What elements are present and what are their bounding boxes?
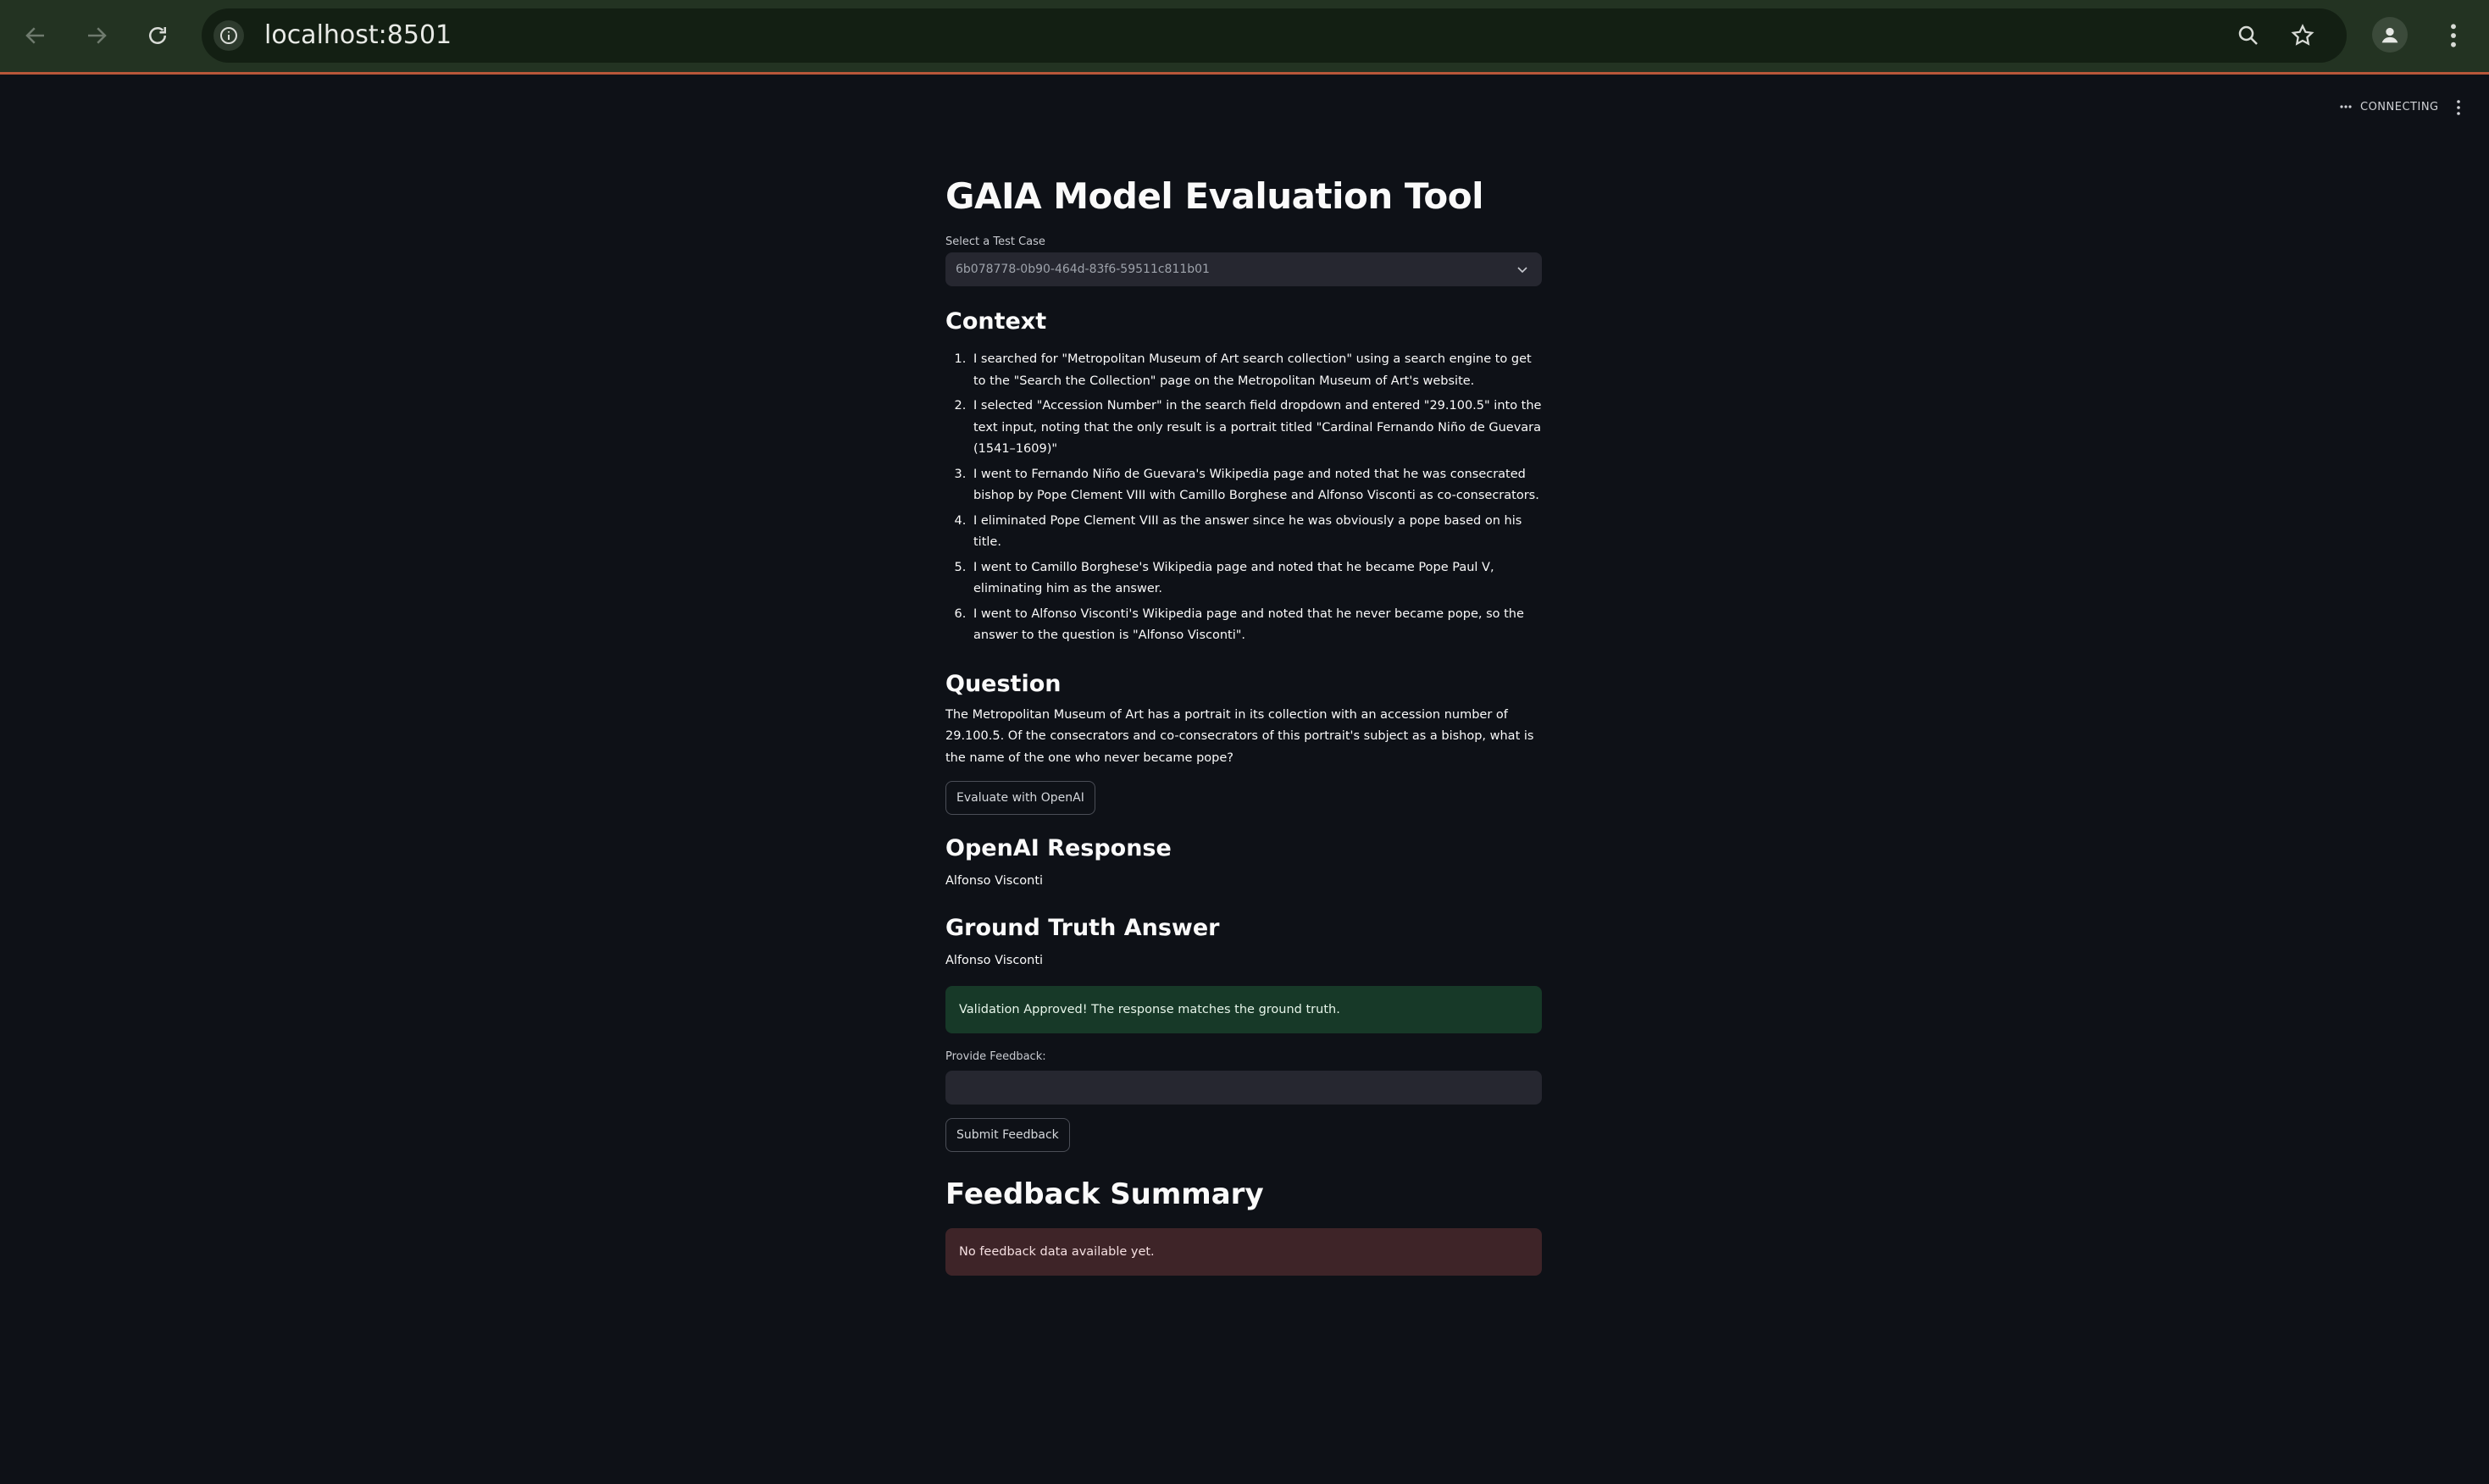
context-step: I went to Fernando Niño de Guevara's Wik… xyxy=(970,464,1542,507)
reload-button[interactable] xyxy=(137,15,178,56)
success-alert: Validation Approved! The response matche… xyxy=(945,986,1542,1033)
site-info-icon[interactable] xyxy=(213,20,244,51)
no-feedback-alert: No feedback data available yet. xyxy=(945,1228,1542,1276)
context-step: I searched for "Metropolitan Museum of A… xyxy=(970,349,1542,392)
bookmark-star-icon[interactable] xyxy=(2287,20,2318,51)
zoom-icon[interactable] xyxy=(2233,20,2264,51)
browser-menu-icon[interactable] xyxy=(2436,19,2470,53)
success-message: Validation Approved! The response matche… xyxy=(959,1003,1340,1016)
connection-status: CONNECTING xyxy=(2340,97,2439,117)
feedback-label: Provide Feedback: xyxy=(945,1050,1046,1063)
feedback-summary-heading: Feedback Summary xyxy=(945,1177,1264,1211)
address-bar[interactable]: localhost:8501 xyxy=(202,8,2347,63)
no-feedback-message: No feedback data available yet. xyxy=(959,1245,1155,1259)
reload-icon xyxy=(149,27,166,44)
app-menu-icon[interactable] xyxy=(2448,97,2469,119)
submit-feedback-button[interactable]: Submit Feedback xyxy=(945,1118,1070,1152)
forward-button[interactable] xyxy=(76,15,117,56)
question-text: The Metropolitan Museum of Art has a por… xyxy=(945,707,1534,765)
back-button[interactable] xyxy=(15,15,56,56)
profile-avatar-icon[interactable] xyxy=(2372,17,2408,53)
browser-toolbar: localhost:8501 xyxy=(0,0,2489,75)
page-title: GAIA Model Evaluation Tool xyxy=(945,175,1484,217)
chevron-down-icon xyxy=(1517,267,1527,274)
context-list: I searched for "Metropolitan Museum of A… xyxy=(945,349,1542,647)
select-label: Select a Test Case xyxy=(945,235,1045,248)
context-step: I selected "Accession Number" in the sea… xyxy=(970,396,1542,461)
context-heading: Context xyxy=(945,308,1047,335)
context-step: I went to Camillo Borghese's Wikipedia p… xyxy=(970,557,1542,601)
test-case-select[interactable]: 6b078778-0b90-464d-83f6-59511c811b01 xyxy=(945,252,1542,286)
question-heading: Question xyxy=(945,670,1062,697)
ground-truth-heading: Ground Truth Answer xyxy=(945,914,1220,941)
context-step: I went to Alfonso Visconti's Wikipedia p… xyxy=(970,604,1542,647)
arrow-right-icon xyxy=(88,27,107,44)
feedback-input[interactable] xyxy=(945,1071,1542,1105)
select-value: 6b078778-0b90-464d-83f6-59511c811b01 xyxy=(956,263,1210,276)
status-text: CONNECTING xyxy=(2360,100,2439,114)
url-text[interactable]: localhost:8501 xyxy=(264,19,452,53)
ground-truth-text: Alfonso Visconti xyxy=(945,953,1044,967)
ellipsis-icon xyxy=(2340,105,2352,108)
context-step: I eliminated Pope Clement VIII as the an… xyxy=(970,511,1542,554)
main-content: GAIA Model Evaluation Tool Select a Test… xyxy=(945,161,1542,1276)
response-text: Alfonso Visconti xyxy=(945,874,1044,888)
response-heading: OpenAI Response xyxy=(945,835,1172,861)
arrow-left-icon xyxy=(25,27,44,44)
evaluate-button[interactable]: Evaluate with OpenAI xyxy=(945,781,1095,815)
